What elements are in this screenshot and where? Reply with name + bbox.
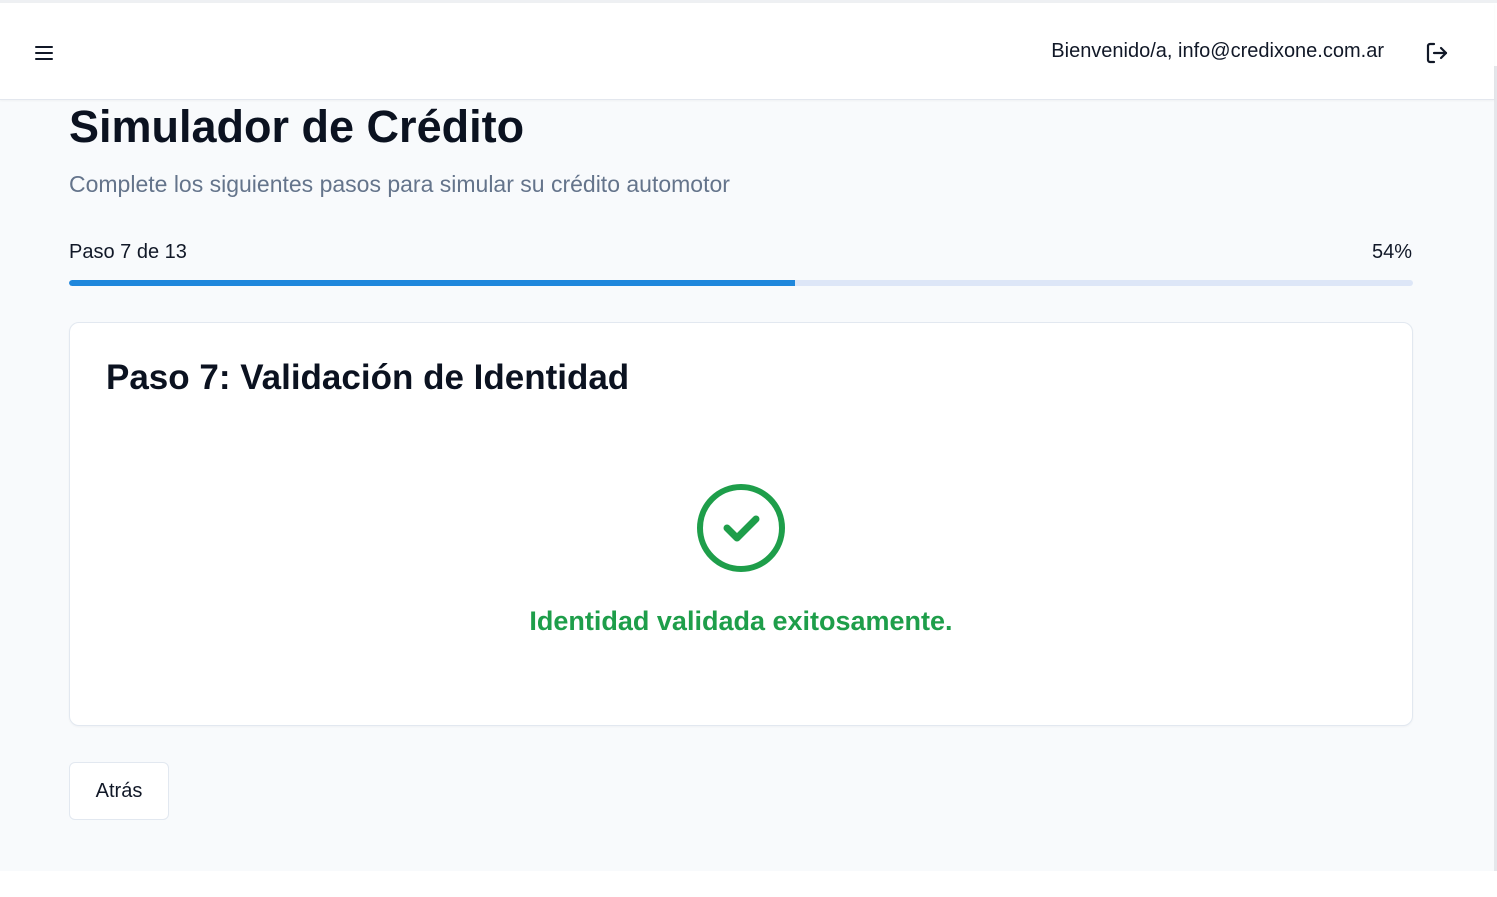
bottom-edge [0,871,1497,897]
app-page: Bienvenido/a, info@credixone.com.ar Simu… [0,0,1497,897]
back-button[interactable]: Atrás [69,762,169,820]
step-title: Paso 7: Validación de Identidad [106,358,630,397]
hamburger-menu-icon[interactable] [30,39,58,67]
progress-bar-fill [69,280,795,286]
step-counter: Paso 7 de 13 [69,241,187,263]
page-title: Simulador de Crédito [69,101,525,152]
logout-icon[interactable] [1423,39,1451,67]
welcome-message: Bienvenido/a, info@credixone.com.ar [1051,40,1384,62]
check-circle-icon [697,484,785,572]
progress-bar [69,280,1413,286]
page-subtitle: Complete los siguientes pasos para simul… [69,171,730,197]
step-card: Paso 7: Validación de Identidad Identida… [69,322,1413,726]
validation-success-message: Identidad validada exitosamente. [529,606,953,636]
progress-percent: 54% [1371,241,1412,263]
top-header: Bienvenido/a, info@credixone.com.ar [0,3,1494,100]
